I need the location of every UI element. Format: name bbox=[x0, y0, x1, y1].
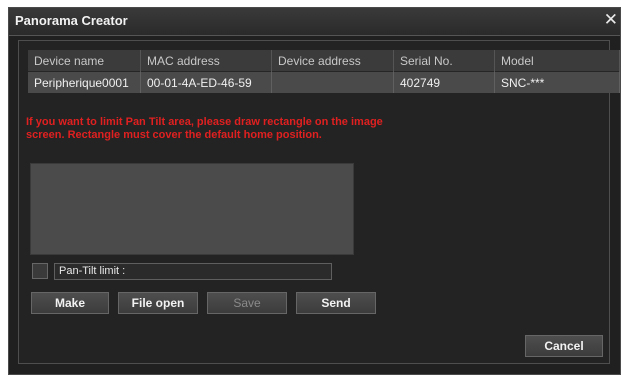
file-open-button[interactable]: File open bbox=[118, 292, 198, 314]
save-button[interactable]: Save bbox=[207, 292, 287, 314]
cell-device-name: Peripherique0001 bbox=[28, 71, 141, 93]
image-preview-area[interactable] bbox=[30, 163, 354, 255]
pan-tilt-checkbox[interactable] bbox=[32, 263, 48, 279]
make-button[interactable]: Make bbox=[31, 292, 109, 314]
cell-model: SNC-*** bbox=[494, 71, 620, 93]
header-model: Model bbox=[494, 50, 620, 72]
header-device-address: Device address bbox=[271, 50, 394, 72]
window-title: Panorama Creator bbox=[15, 13, 128, 28]
pan-tilt-warning: If you want to limit Pan Tilt area, plea… bbox=[26, 116, 446, 142]
warning-line-2: screen. Rectangle must cover the default… bbox=[26, 129, 322, 141]
header-mac-address: MAC address bbox=[140, 50, 272, 72]
close-icon[interactable]: ✕ bbox=[604, 11, 618, 29]
panorama-creator-dialog: Panorama Creator ✕ Device name MAC addre… bbox=[8, 7, 621, 375]
header-serial-no: Serial No. bbox=[393, 50, 495, 72]
cell-device-address bbox=[271, 71, 394, 93]
pan-tilt-limit-field: Pan-Tilt limit : bbox=[54, 263, 332, 280]
device-table: Device name MAC address Device address S… bbox=[28, 50, 620, 93]
warning-line-1: If you want to limit Pan Tilt area, plea… bbox=[26, 116, 383, 128]
table-header-row: Device name MAC address Device address S… bbox=[28, 50, 620, 72]
table-row[interactable]: Peripherique0001 00-01-4A-ED-46-59 40274… bbox=[28, 71, 620, 93]
header-device-name: Device name bbox=[28, 50, 141, 72]
cell-serial-no: 402749 bbox=[393, 71, 495, 93]
send-button[interactable]: Send bbox=[296, 292, 376, 314]
cancel-button[interactable]: Cancel bbox=[525, 335, 603, 357]
cell-mac-address: 00-01-4A-ED-46-59 bbox=[140, 71, 272, 93]
title-bar[interactable]: Panorama Creator ✕ bbox=[9, 8, 620, 36]
